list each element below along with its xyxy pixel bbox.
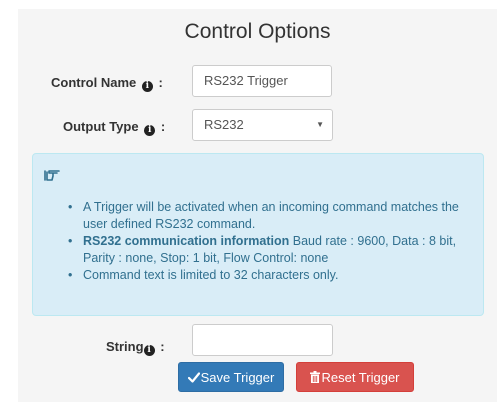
list-item: Command text is limited to 32 characters… <box>63 267 475 284</box>
info-list: A Trigger will be activated when an inco… <box>63 199 475 284</box>
string-input[interactable] <box>192 324 333 356</box>
save-trigger-button[interactable]: Save Trigger <box>178 362 284 392</box>
info-alert: A Trigger will be activated when an inco… <box>32 153 484 316</box>
info-icon[interactable]: i <box>141 81 153 92</box>
list-item: RS232 communication information Baud rat… <box>63 233 475 267</box>
output-type-select[interactable]: RS232 ▼ <box>192 109 333 141</box>
chevron-down-icon: ▼ <box>316 120 324 129</box>
control-name-label: Control Name i : <box>51 75 163 92</box>
reset-trigger-button[interactable]: Reset Trigger <box>296 362 414 392</box>
check-icon <box>187 372 200 383</box>
list-item: A Trigger will be activated when an inco… <box>63 199 475 233</box>
hand-point-right-icon <box>44 170 60 181</box>
output-type-label: Output Type i : <box>63 119 166 136</box>
info-icon[interactable]: i <box>143 345 155 356</box>
string-label: String i : <box>106 339 165 356</box>
control-options-panel: Control Options Control Name i : RS232 T… <box>18 9 497 402</box>
panel-title: Control Options <box>184 20 331 43</box>
info-icon[interactable]: i <box>144 125 156 136</box>
trash-icon <box>310 371 321 383</box>
control-name-input[interactable]: RS232 Trigger <box>192 65 332 97</box>
